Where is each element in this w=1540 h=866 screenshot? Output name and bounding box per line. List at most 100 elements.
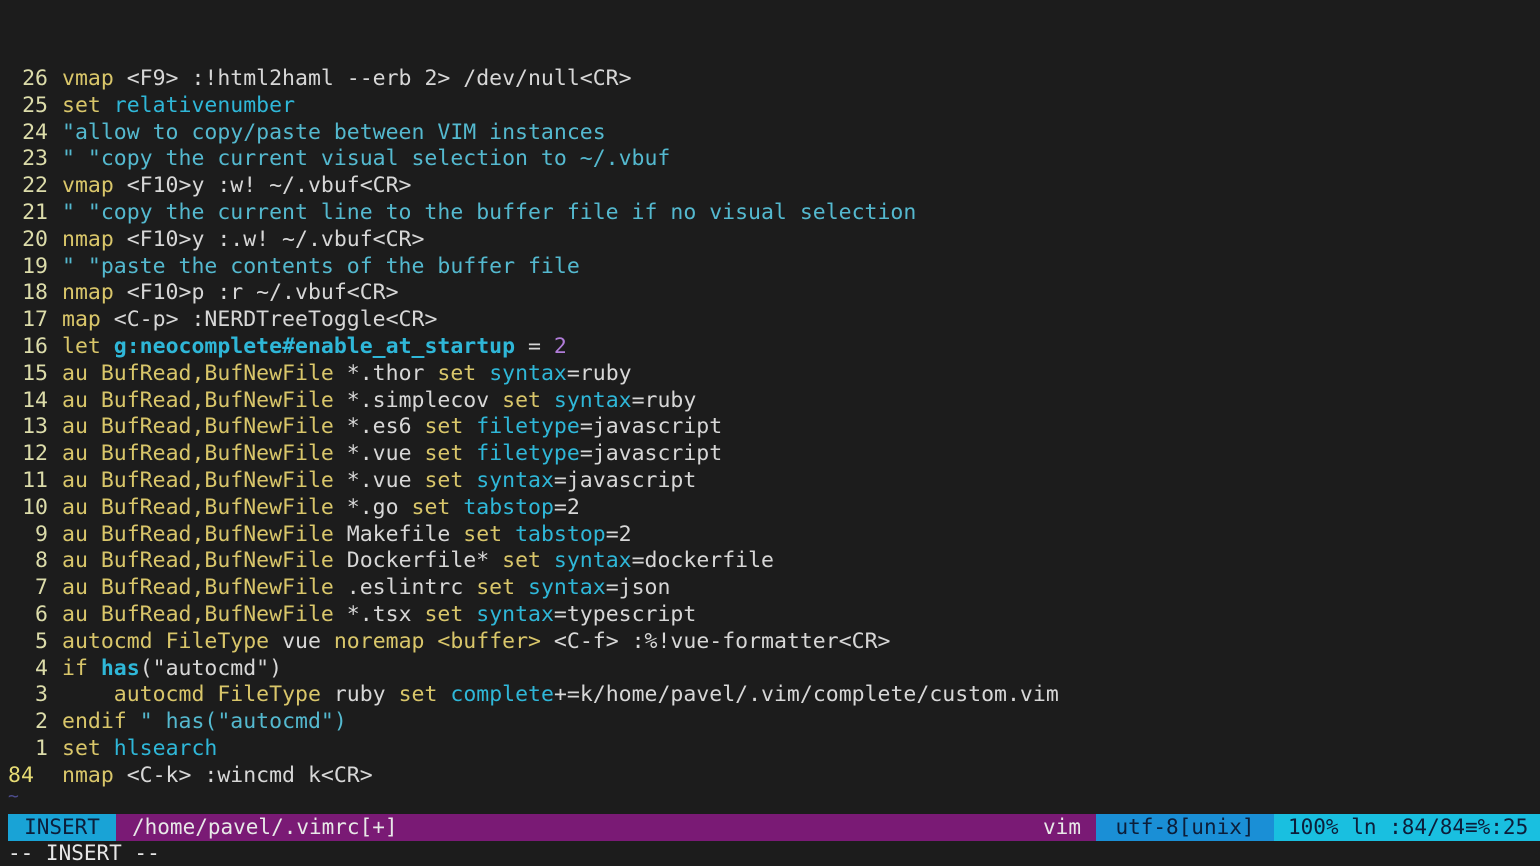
code-token: *.go	[333, 494, 412, 520]
code-token: vmap	[62, 173, 114, 199]
code-token: BufRead,BufNewFile	[100, 414, 334, 440]
code-token: au	[62, 387, 88, 413]
code-token: au	[62, 441, 88, 467]
code-line[interactable]: 4 if has("autocmd")	[0, 656, 1540, 683]
code-token: au	[62, 360, 88, 386]
line-number: 25	[22, 92, 48, 118]
line-number: 11	[22, 467, 48, 493]
code-token: *.tsx	[333, 601, 425, 627]
line-number: 16	[22, 333, 48, 359]
code-line[interactable]: 14 au BufRead,BufNewFile *.simplecov set …	[0, 388, 1540, 415]
editor-buffer[interactable]: 26 vmap <F9> :!html2haml --erb 2> /dev/nu…	[0, 66, 1540, 790]
code-token: BufRead,BufNewFile	[100, 360, 334, 386]
code-token: set	[502, 387, 541, 413]
code-line[interactable]: 23 " "copy the current visual selection t…	[0, 146, 1540, 173]
code-line[interactable]: 10 au BufRead,BufNewFile *.go set tabstop…	[0, 495, 1540, 522]
code-line[interactable]: 13 au BufRead,BufNewFile *.es6 set filety…	[0, 414, 1540, 441]
code-token: noremap	[333, 628, 425, 654]
code-token: *.thor	[333, 360, 438, 386]
code-token: set	[424, 467, 464, 493]
code-token: au	[62, 414, 88, 440]
code-token: =typescript	[553, 601, 697, 627]
code-token: nmap	[62, 226, 114, 252]
code-token: <buffer>	[437, 628, 541, 654]
code-line[interactable]: 19 " "paste the contents of the buffer fi…	[0, 254, 1540, 281]
code-token: relativenumber	[113, 92, 296, 118]
line-number: 10	[22, 494, 48, 520]
line-number: 4	[35, 655, 48, 681]
code-line[interactable]: 2 endif " has("autocmd")	[0, 709, 1540, 736]
code-token: set	[424, 441, 464, 467]
code-token: <F10>y :.w! ~/.vbuf<CR>	[113, 226, 425, 252]
code-line[interactable]: 1 set hlsearch	[0, 736, 1540, 763]
code-token: *.es6	[333, 414, 425, 440]
code-line[interactable]: 6 au BufRead,BufNewFile *.tsx set syntax=…	[0, 602, 1540, 629]
code-line[interactable]: 21 " "copy the current line to the buffer…	[0, 200, 1540, 227]
code-line[interactable]: 22 vmap <F10>y :w! ~/.vbuf<CR>	[0, 173, 1540, 200]
line-number: 12	[22, 441, 48, 467]
line-number: 26	[22, 66, 48, 91]
code-line[interactable]: 16 let g:neocomplete#enable_at_startup = …	[0, 334, 1540, 361]
code-line[interactable]: 25 set relativenumber	[0, 93, 1540, 120]
code-token: BufRead,BufNewFile	[100, 494, 334, 520]
code-token: +=k/home/pavel/.vim/complete/custom.vim	[553, 682, 1059, 708]
code-line[interactable]: 24 "allow to copy/paste between VIM insta…	[0, 120, 1540, 147]
code-token: set	[411, 494, 451, 520]
code-token: autocmd	[62, 628, 153, 654]
line-number: 3	[35, 682, 48, 708]
code-token: au	[62, 494, 88, 520]
line-number: 7	[35, 575, 48, 601]
line-number: 15	[22, 360, 48, 386]
encoding-indicator: utf-8[unix]	[1096, 814, 1274, 841]
code-token: =json	[605, 575, 671, 601]
code-token: endif	[62, 709, 127, 735]
line-number: 1	[35, 735, 48, 761]
line-number: 24	[22, 119, 48, 145]
code-line[interactable]: 3 autocmd FileType ruby set complete+=k/…	[0, 682, 1540, 709]
code-token: filetype	[476, 441, 580, 467]
code-line[interactable]: 26 vmap <F9> :!html2haml --erb 2> /dev/nu…	[0, 66, 1540, 93]
code-token: complete	[450, 682, 554, 708]
code-line[interactable]: 11 au BufRead,BufNewFile *.vue set syntax…	[0, 468, 1540, 495]
code-line[interactable]: 8 au BufRead,BufNewFile Dockerfile* set s…	[0, 548, 1540, 575]
code-line[interactable]: 12 au BufRead,BufNewFile *.vue set filety…	[0, 441, 1540, 468]
line-number: 6	[35, 601, 48, 627]
code-line[interactable]: 20 nmap <F10>y :.w! ~/.vbuf<CR>	[0, 227, 1540, 254]
code-line[interactable]: 84 nmap <C-k> :wincmd k<CR>	[0, 763, 1540, 790]
code-token: set	[502, 548, 541, 574]
command-line[interactable]: -- INSERT --	[8, 841, 160, 866]
code-token: BufRead,BufNewFile	[100, 467, 334, 493]
code-token: nmap	[62, 762, 114, 788]
code-token: syntax	[528, 575, 606, 601]
code-token: 2	[553, 333, 567, 359]
line-number: 5	[35, 628, 48, 654]
code-token: Makefile	[333, 521, 464, 547]
code-line[interactable]: 7 au BufRead,BufNewFile .eslintrc set syn…	[0, 575, 1540, 602]
code-token: BufRead,BufNewFile	[100, 521, 334, 547]
code-line[interactable]: 17 map <C-p> :NERDTreeToggle<CR>	[0, 307, 1540, 334]
code-token: " "copy the current line to the buffer f…	[62, 199, 917, 225]
code-token: set	[437, 360, 477, 386]
code-token: nmap	[62, 280, 114, 306]
code-line[interactable]: 15 au BufRead,BufNewFile *.thor set synta…	[0, 361, 1540, 388]
code-token: =ruby	[566, 360, 632, 386]
code-token: g:neocomplete#enable_at_startup	[113, 333, 516, 359]
code-token: hlsearch	[113, 735, 218, 761]
code-line[interactable]: 18 nmap <F10>p :r ~/.vbuf<CR>	[0, 280, 1540, 307]
code-line[interactable]: 9 au BufRead,BufNewFile Makefile set tabs…	[0, 522, 1540, 549]
code-token: syntax	[553, 548, 632, 574]
code-line[interactable]: 5 autocmd FileType vue noremap <buffer> <…	[0, 629, 1540, 656]
